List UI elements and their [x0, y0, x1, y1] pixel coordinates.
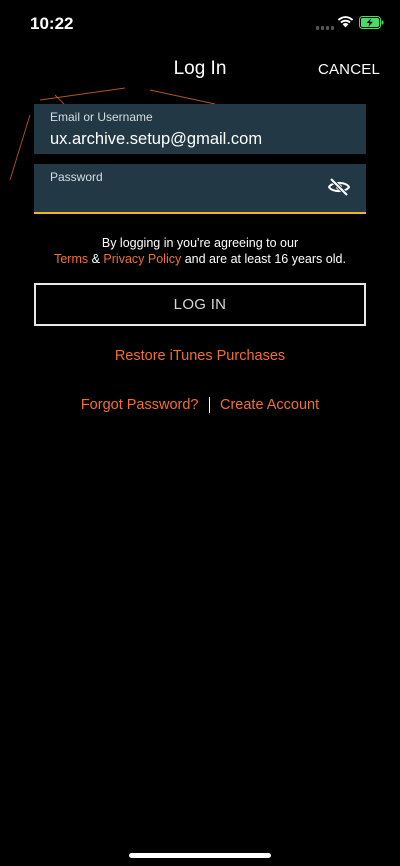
home-indicator[interactable] [129, 853, 271, 858]
cancel-button[interactable]: CANCEL [318, 61, 380, 78]
agreement-suffix: and are at least 16 years old. [184, 252, 346, 266]
login-button[interactable]: LOG IN [34, 283, 366, 326]
privacy-policy-link[interactable]: Privacy Policy [103, 252, 181, 266]
status-bar: 10:22 [0, 0, 400, 44]
account-links: Forgot Password? Create Account [0, 397, 400, 413]
terms-link[interactable]: Terms [54, 252, 88, 266]
status-time: 10:22 [30, 14, 74, 33]
login-button-label: LOG IN [173, 296, 227, 313]
forgot-password-link[interactable]: Forgot Password? [81, 397, 199, 413]
password-field[interactable]: Password [34, 164, 366, 214]
restore-purchases-link[interactable]: Restore iTunes Purchases [0, 348, 400, 364]
signal-icon [316, 26, 334, 30]
link-divider [208, 397, 210, 413]
agreement-ampersand: & [91, 252, 100, 266]
wifi-icon [337, 16, 354, 28]
email-field[interactable]: Email or Username ux.archive.setup@gmail… [34, 104, 366, 154]
eye-off-icon[interactable] [328, 178, 350, 196]
password-label: Password [50, 170, 103, 184]
email-label: Email or Username [50, 110, 153, 124]
agreement-line2: Terms & Privacy Policy and are at least … [0, 251, 400, 267]
email-input[interactable]: ux.archive.setup@gmail.com [50, 130, 262, 149]
agreement-line1: By logging in you're agreeing to our [101, 236, 299, 250]
agreement-text: By logging in you're agreeing to our Ter… [0, 235, 400, 267]
create-account-link[interactable]: Create Account [220, 397, 319, 413]
battery-charging-icon [359, 16, 384, 29]
